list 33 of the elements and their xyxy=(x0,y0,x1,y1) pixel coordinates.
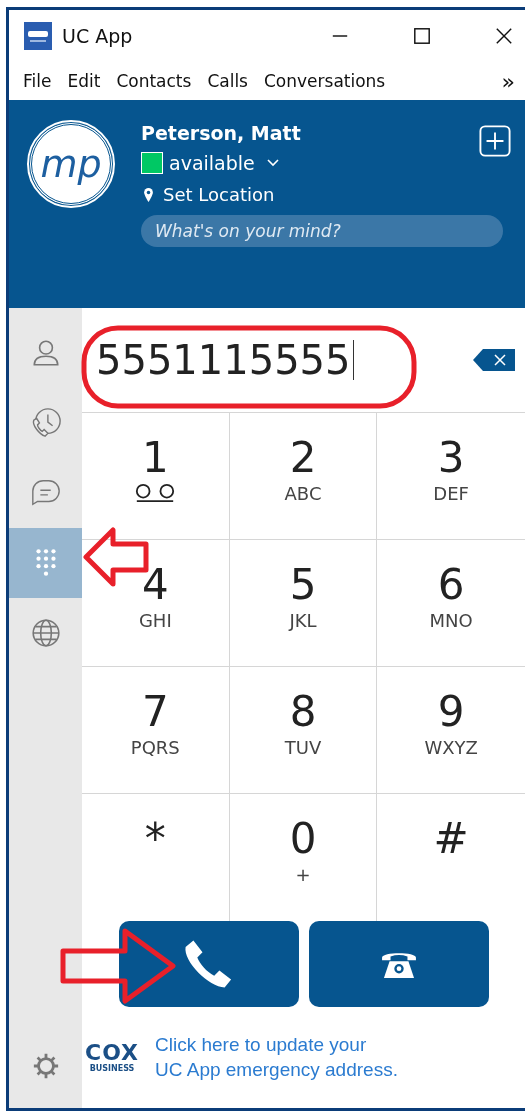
menu-item[interactable]: Conversations xyxy=(263,71,386,91)
desk-phone-button[interactable] xyxy=(309,921,489,1007)
settings-icon[interactable] xyxy=(31,1052,60,1080)
menu-item[interactable]: Edit xyxy=(67,71,101,91)
dial-key[interactable]: 8 TUV xyxy=(229,667,378,794)
globe-icon xyxy=(29,617,62,649)
close-icon[interactable] xyxy=(495,27,513,45)
dial-key[interactable]: 7 PQRS xyxy=(82,667,230,794)
menu-item[interactable]: Calls xyxy=(207,71,248,91)
logo-subtitle: BUSINESS xyxy=(89,1064,135,1073)
dial-key[interactable]: 5 JKL xyxy=(229,540,378,667)
avatar: mp xyxy=(29,122,113,206)
call-button[interactable] xyxy=(119,921,299,1007)
user-name: Peterson, Matt xyxy=(141,122,302,144)
location-pin-icon xyxy=(144,187,153,202)
mood-field[interactable]: What's on your mind? xyxy=(141,215,503,247)
window-title: UC App xyxy=(62,25,133,47)
menu-overflow[interactable]: » xyxy=(501,68,515,94)
dial-key[interactable]: 2 ABC xyxy=(229,413,378,540)
maximize-icon[interactable] xyxy=(413,27,431,45)
menu-item[interactable]: Contacts xyxy=(116,71,192,91)
chevron-down-icon[interactable] xyxy=(266,159,279,167)
dial-key[interactable]: 1 xyxy=(82,413,230,540)
logo-wordmark: COX xyxy=(85,1042,140,1064)
backspace-icon[interactable] xyxy=(473,349,515,371)
status-dropdown[interactable]: available xyxy=(169,152,255,174)
app-logo-icon xyxy=(24,22,52,50)
set-location-link[interactable]: Set Location xyxy=(163,184,275,205)
menu-item[interactable]: File xyxy=(23,71,52,91)
phone-number-field[interactable]: 5551115555 xyxy=(96,337,473,383)
add-icon[interactable] xyxy=(479,125,511,157)
emergency-address-link[interactable]: Click here to update your UC App emergency address. xyxy=(155,1032,398,1083)
dial-key[interactable]: 4 GHI xyxy=(82,540,230,667)
